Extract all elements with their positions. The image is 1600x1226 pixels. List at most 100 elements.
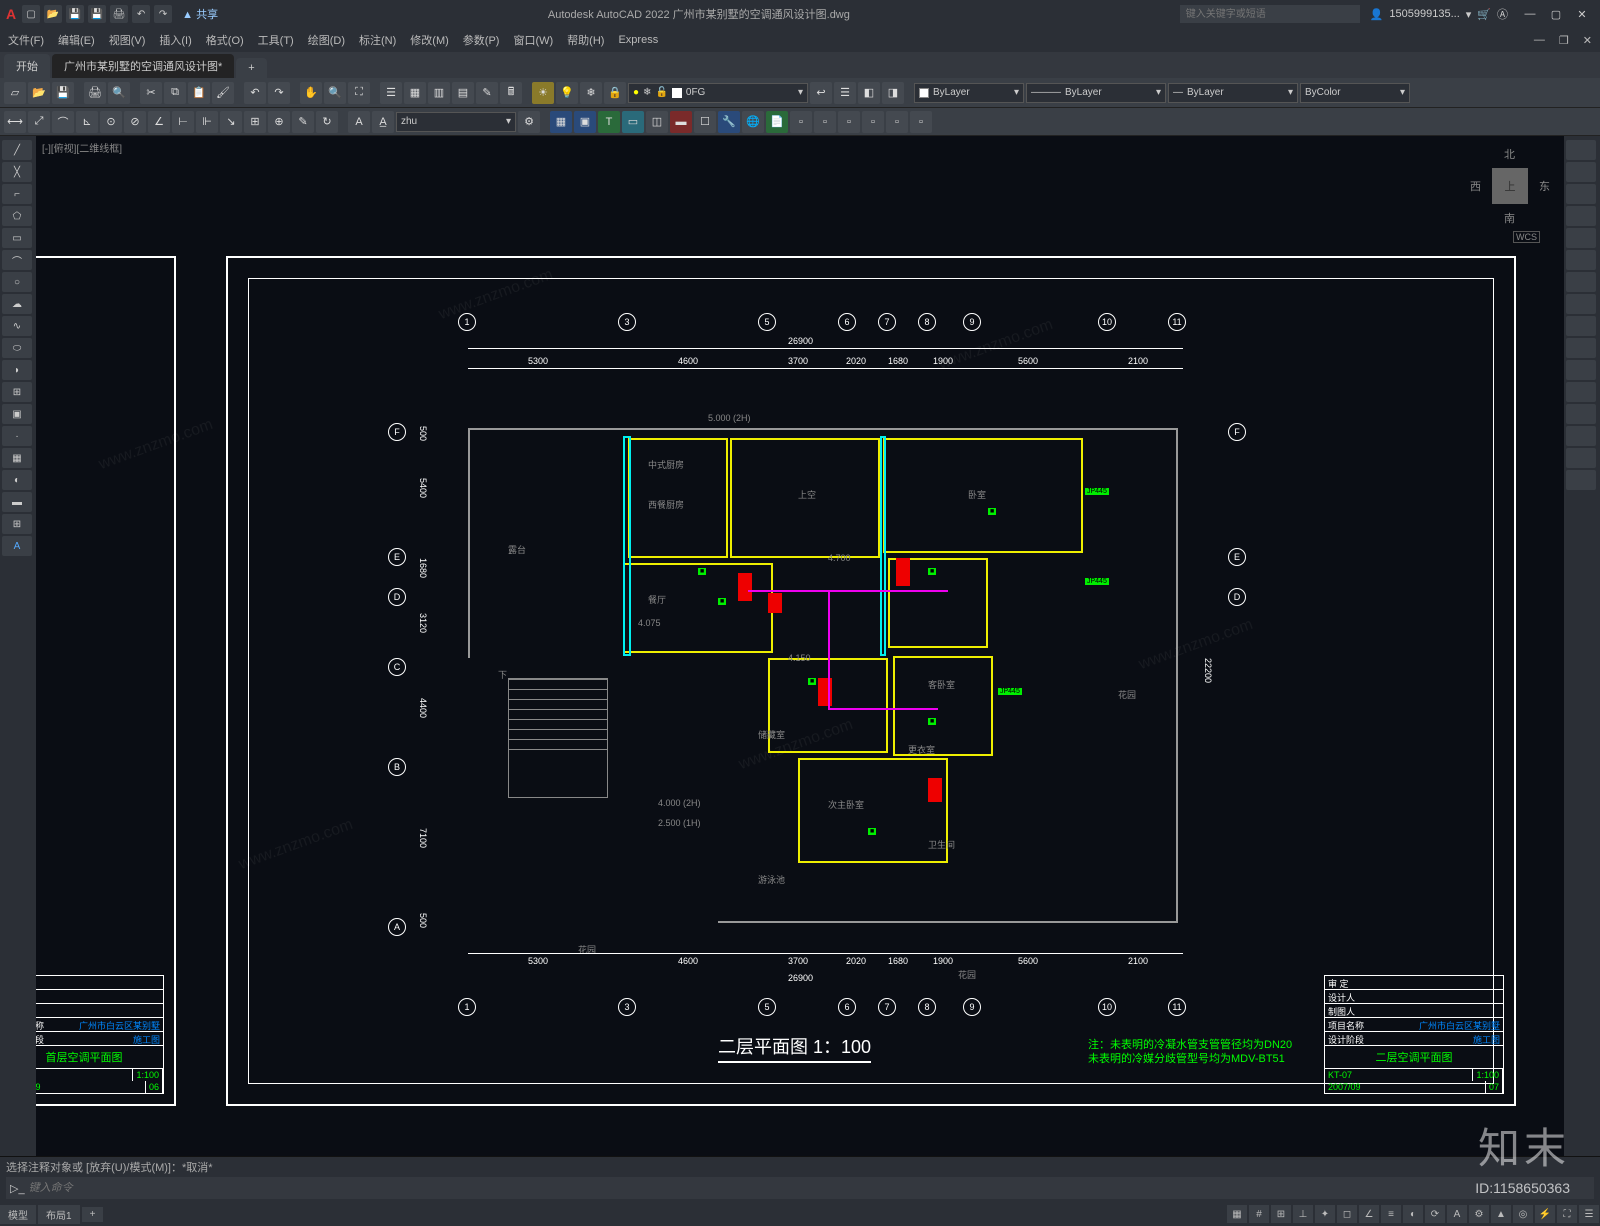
help-search-input[interactable] (1180, 5, 1360, 23)
modelspace-button[interactable]: ▦ (1227, 1205, 1247, 1223)
preview-button[interactable]: 🔍 (108, 82, 130, 104)
layout-tab-1[interactable]: 布局1 (38, 1205, 80, 1224)
saveas-icon[interactable]: 💾 (88, 5, 106, 23)
express-text-button[interactable]: T (598, 111, 620, 133)
layer-state-button[interactable]: ☰ (834, 82, 856, 104)
rectangle-button[interactable]: ▭ (2, 228, 32, 248)
save-icon[interactable]: 💾 (66, 5, 84, 23)
match-button[interactable]: 🖌 (212, 82, 234, 104)
undo-icon[interactable]: ↶ (132, 5, 150, 23)
break-button[interactable] (1566, 382, 1596, 402)
properties-button[interactable]: ☰ (380, 82, 402, 104)
move-button[interactable] (1566, 250, 1596, 270)
menu-insert[interactable]: 插入(I) (159, 32, 191, 48)
express-misc4-button[interactable]: ▫ (862, 111, 884, 133)
leader-button[interactable]: ↘ (220, 111, 242, 133)
express-misc6-button[interactable]: ▫ (910, 111, 932, 133)
undo-button[interactable]: ↶ (244, 82, 266, 104)
cycling-toggle[interactable]: ⟳ (1425, 1205, 1445, 1223)
osnap-toggle[interactable]: ◻ (1337, 1205, 1357, 1223)
express-modify-button[interactable]: ▭ (622, 111, 644, 133)
dim-angular-button[interactable]: ∠ (148, 111, 170, 133)
fillet-button[interactable] (1566, 448, 1596, 468)
doc-close-icon[interactable]: ✕ (1583, 34, 1592, 47)
dimstyle-dropdown[interactable]: zhu▾ (396, 112, 516, 132)
lock-icon[interactable]: 🔒 (604, 82, 626, 104)
express-block-button[interactable]: ▣ (574, 111, 596, 133)
lineweight-dropdown[interactable]: —ByLayer▾ (1168, 83, 1298, 103)
arc-button[interactable]: ⌒ (2, 250, 32, 270)
dim-linear-button[interactable]: ⟷ (4, 111, 26, 133)
tolerance-button[interactable]: ⊞ (244, 111, 266, 133)
sheetset-button[interactable]: ▤ (452, 82, 474, 104)
point-button[interactable]: · (2, 426, 32, 446)
join-button[interactable] (1566, 404, 1596, 424)
plotstyle-dropdown[interactable]: ByColor▾ (1300, 83, 1410, 103)
customize-button[interactable]: ☰ (1579, 1205, 1599, 1223)
layout-tab-model[interactable]: 模型 (0, 1205, 36, 1224)
express-misc5-button[interactable]: ▫ (886, 111, 908, 133)
array-button[interactable] (1566, 228, 1596, 248)
line-button[interactable]: ╱ (2, 140, 32, 160)
user-menu[interactable]: 👤 1505999135... ▾ 🛒 Ⓐ (1370, 6, 1508, 22)
doc-minimize-icon[interactable]: — (1534, 34, 1545, 46)
cart-icon[interactable]: 🛒 (1477, 8, 1491, 21)
redo-button[interactable]: ↷ (268, 82, 290, 104)
block-button[interactable]: ▣ (2, 404, 32, 424)
centermark-button[interactable]: ⊕ (268, 111, 290, 133)
mtext-tool-button[interactable]: A (2, 536, 32, 556)
dim-continue-button[interactable]: ⊢ (172, 111, 194, 133)
copy-obj-button[interactable] (1566, 162, 1596, 182)
erase-button[interactable] (1566, 140, 1596, 160)
wcs-label[interactable]: WCS (1513, 231, 1540, 243)
ellipsearc-button[interactable]: ◗ (2, 360, 32, 380)
hatch-button[interactable]: ▦ (2, 448, 32, 468)
tab-drawing[interactable]: 广州市某别墅的空调通风设计图* (52, 54, 234, 78)
express-dim-button[interactable]: ▬ (670, 111, 692, 133)
menu-express[interactable]: Express (618, 34, 658, 46)
command-input[interactable] (29, 1182, 1590, 1194)
plot-icon[interactable]: 🖨 (110, 5, 128, 23)
layer-dropdown[interactable]: ●❄🔓 0FG ▾ (628, 83, 808, 103)
isolate-button[interactable]: ◎ (1513, 1205, 1533, 1223)
revcloud-button[interactable]: ☁ (2, 294, 32, 314)
polygon-button[interactable]: ⬠ (2, 206, 32, 226)
workspace-button[interactable]: ⚙ (1469, 1205, 1489, 1223)
maximize-icon[interactable]: ▢ (1544, 5, 1568, 23)
menu-view[interactable]: 视图(V) (109, 32, 146, 48)
sun-icon[interactable]: ☀ (532, 82, 554, 104)
menu-help[interactable]: 帮助(H) (567, 32, 604, 48)
grid-toggle[interactable]: # (1249, 1205, 1269, 1223)
mirror-button[interactable] (1566, 184, 1596, 204)
text-button[interactable]: A (348, 111, 370, 133)
menu-tools[interactable]: 工具(T) (258, 32, 294, 48)
express-file-button[interactable]: 📄 (766, 111, 788, 133)
layer-prev-button[interactable]: ↩ (810, 82, 832, 104)
share-button[interactable]: ▲ 共享 (182, 6, 218, 22)
open-icon[interactable]: 📂 (44, 5, 62, 23)
menu-parametric[interactable]: 参数(P) (463, 32, 500, 48)
redo-icon[interactable]: ↷ (154, 5, 172, 23)
menu-draw[interactable]: 绘图(D) (308, 32, 345, 48)
menu-dimension[interactable]: 标注(N) (359, 32, 396, 48)
menu-format[interactable]: 格式(O) (206, 32, 244, 48)
scale-button[interactable] (1566, 294, 1596, 314)
pline-button[interactable]: ⌐ (2, 184, 32, 204)
express-misc2-button[interactable]: ▫ (814, 111, 836, 133)
hardware-button[interactable]: ⚡ (1535, 1205, 1555, 1223)
app-icon[interactable]: Ⓐ (1497, 6, 1508, 22)
cut-button[interactable]: ✂ (140, 82, 162, 104)
mtext-button[interactable]: A̲ (372, 111, 394, 133)
menu-window[interactable]: 窗口(W) (513, 32, 553, 48)
close-icon[interactable]: ✕ (1570, 5, 1594, 23)
ellipse-button[interactable]: ⬭ (2, 338, 32, 358)
open-button[interactable]: 📂 (28, 82, 50, 104)
menu-file[interactable]: 文件(F) (8, 32, 44, 48)
rotate-button[interactable] (1566, 272, 1596, 292)
layer-off-button[interactable]: ◨ (882, 82, 904, 104)
toolpalette-button[interactable]: ▥ (428, 82, 450, 104)
zoom-button[interactable]: 🔍 (324, 82, 346, 104)
chamfer-button[interactable] (1566, 426, 1596, 446)
otrack-toggle[interactable]: ∠ (1359, 1205, 1379, 1223)
command-line[interactable]: 选择注释对象或 [放弃(U)/模式(M)]：*取消* ▷_ (0, 1156, 1600, 1202)
